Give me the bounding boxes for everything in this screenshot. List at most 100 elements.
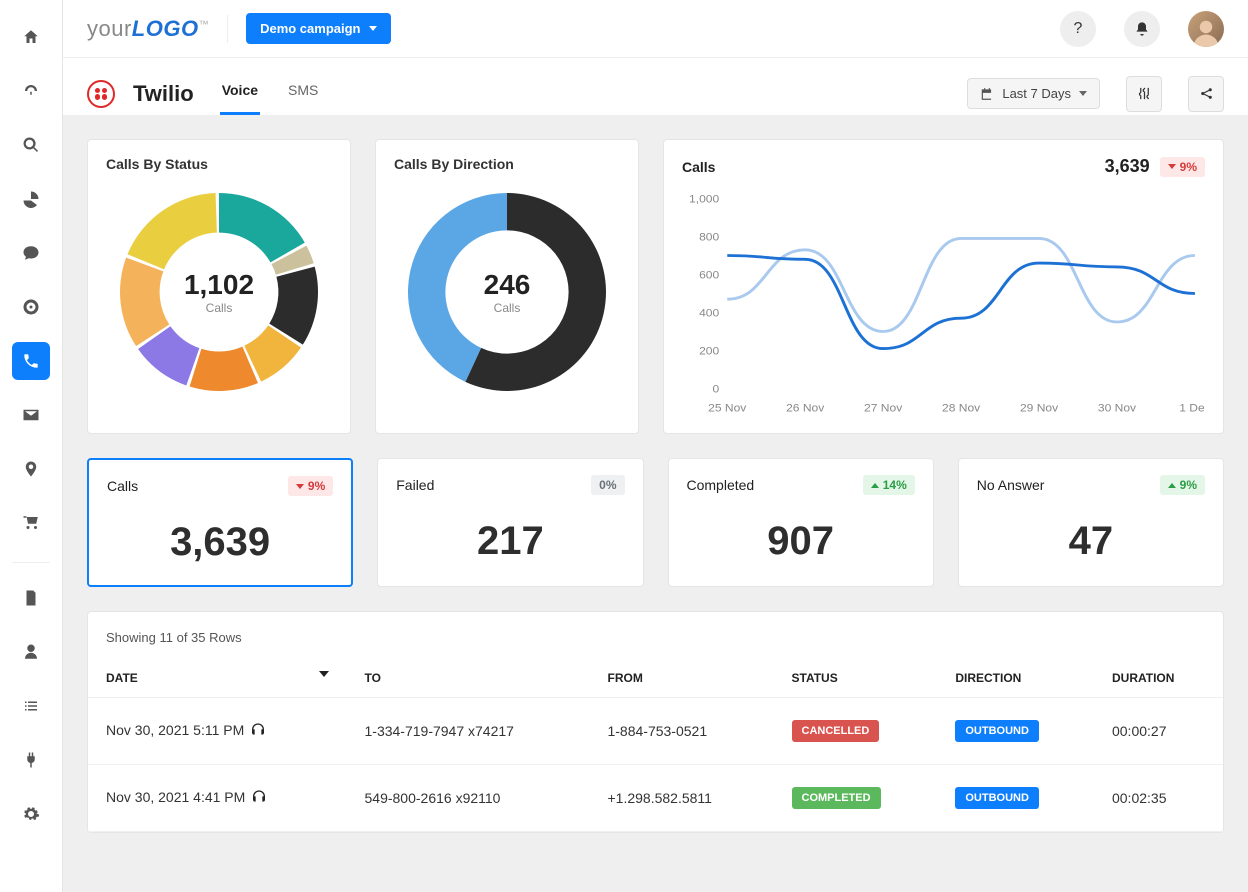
kpi-card[interactable]: Completed 14% 907 [668,458,934,587]
card-calls-by-status: Calls By Status 1,102 Calls [87,139,351,434]
svg-text:27 Nov: 27 Nov [864,402,902,415]
tab-sms[interactable]: SMS [286,72,320,115]
nav-search[interactable] [12,126,50,164]
nav-location[interactable] [12,450,50,488]
delta-badge: 0% [591,475,624,495]
nav-plugin[interactable] [12,741,50,779]
svg-text:600: 600 [699,269,720,282]
cell-duration: 00:02:35 [1094,765,1223,832]
tab-voice[interactable]: Voice [220,72,260,115]
left-nav [0,0,63,892]
nav-dashboard[interactable] [12,72,50,110]
chevron-down-icon [369,26,377,31]
cell-from: 1-884-753-0521 [589,698,773,765]
card-title: Calls By Status [106,156,332,172]
kpi-value: 3,639 [107,520,333,565]
nav-email[interactable] [12,396,50,434]
nav-reports[interactable] [12,579,50,617]
calls-table: DATETOFROMSTATUSDIRECTIONDURATION Nov 30… [88,659,1223,832]
caret-down-icon [1168,164,1176,169]
card-calls-by-direction: Calls By Direction 246 Calls [375,139,639,434]
sort-desc-icon [319,671,329,677]
table-row: Nov 30, 2021 4:41 PM 549-800-2616 x92110… [88,765,1223,832]
donut-value: 1,102 [184,269,254,301]
logo-tm: ™ [199,19,210,30]
cell-status: COMPLETED [774,765,938,832]
topbar: yourLOGO™ Demo campaign ? [63,0,1248,58]
cell-to: 549-800-2616 x92110 [347,765,590,832]
twilio-icon [87,80,115,108]
tabs: Voice SMS [220,72,321,115]
column-header[interactable]: DATE [88,659,347,698]
cell-from: +1.298.582.5811 [589,765,773,832]
caret-down-icon [296,484,304,489]
user-avatar[interactable] [1188,11,1224,47]
nav-cart[interactable] [12,504,50,542]
nav-target[interactable] [12,288,50,326]
svg-text:400: 400 [699,307,720,320]
page-header: Twilio Voice SMS Last 7 Days [63,58,1248,115]
svg-text:29 Nov: 29 Nov [1020,402,1058,415]
divider [227,15,228,43]
svg-text:26 Nov: 26 Nov [786,402,824,415]
table-card: Showing 11 of 35 Rows DATETOFROMSTATUSDI… [87,611,1224,833]
page-title: Twilio [133,81,194,107]
delta-badge: 9% [1160,475,1205,495]
kpi-name: No Answer [977,477,1045,493]
campaign-dropdown[interactable]: Demo campaign [246,13,390,44]
nav-settings[interactable] [12,795,50,833]
delta-badge: 9% [288,476,333,496]
svg-text:28 Nov: 28 Nov [942,402,980,415]
period-dropdown[interactable]: Last 7 Days [967,78,1100,109]
cell-duration: 00:00:27 [1094,698,1223,765]
caret-up-icon [1168,483,1176,488]
caret-up-icon [871,483,879,488]
nav-home[interactable] [12,18,50,56]
notifications-button[interactable] [1124,11,1160,47]
logo-logo: LOGO [132,16,199,41]
nav-pie[interactable] [12,180,50,218]
column-header[interactable]: STATUS [774,659,938,698]
table-row: Nov 30, 2021 5:11 PM 1-334-719-7947 x742… [88,698,1223,765]
column-header[interactable]: DURATION [1094,659,1223,698]
kpi-card[interactable]: Calls 9% 3,639 [87,458,353,587]
column-header[interactable]: FROM [589,659,773,698]
kpi-card[interactable]: No Answer 9% 47 [958,458,1224,587]
cell-status: CANCELLED [774,698,938,765]
logo-your: your [87,16,132,41]
kpi-name: Calls [107,478,138,494]
card-calls-line: Calls 3,639 9% 02004006008001,00025 Nov2… [663,139,1224,434]
share-icon [1199,86,1214,101]
nav-chat[interactable] [12,234,50,272]
headset-icon [250,722,266,741]
card-title: Calls By Direction [394,156,620,172]
svg-text:1,000: 1,000 [689,193,720,206]
kpi-card[interactable]: Failed 0% 217 [377,458,643,587]
column-header[interactable]: TO [347,659,590,698]
share-button[interactable] [1188,76,1224,112]
donut-value: 246 [484,269,531,301]
help-button[interactable]: ? [1060,11,1096,47]
svg-text:800: 800 [699,231,720,244]
card-total: 3,639 [1105,156,1150,177]
headset-icon [251,789,267,808]
nav-list[interactable] [12,687,50,725]
status-badge: CANCELLED [792,720,880,742]
cell-to: 1-334-719-7947 x74217 [347,698,590,765]
card-title: Calls [682,159,715,175]
cell-direction: OUTBOUND [937,698,1094,765]
filter-button[interactable] [1126,76,1162,112]
nav-user[interactable] [12,633,50,671]
status-badge: COMPLETED [792,787,881,809]
period-label: Last 7 Days [1002,86,1071,101]
kpi-name: Failed [396,477,434,493]
nav-calls[interactable] [12,342,50,380]
column-header[interactable]: DIRECTION [937,659,1094,698]
delta-badge: 9% [1160,157,1205,177]
svg-text:25 Nov: 25 Nov [708,402,746,415]
cell-date: Nov 30, 2021 5:11 PM [88,698,347,765]
logo: yourLOGO™ [87,16,209,42]
svg-text:200: 200 [699,345,720,358]
table-meta: Showing 11 of 35 Rows [88,630,1223,659]
svg-text:30 Nov: 30 Nov [1098,402,1136,415]
